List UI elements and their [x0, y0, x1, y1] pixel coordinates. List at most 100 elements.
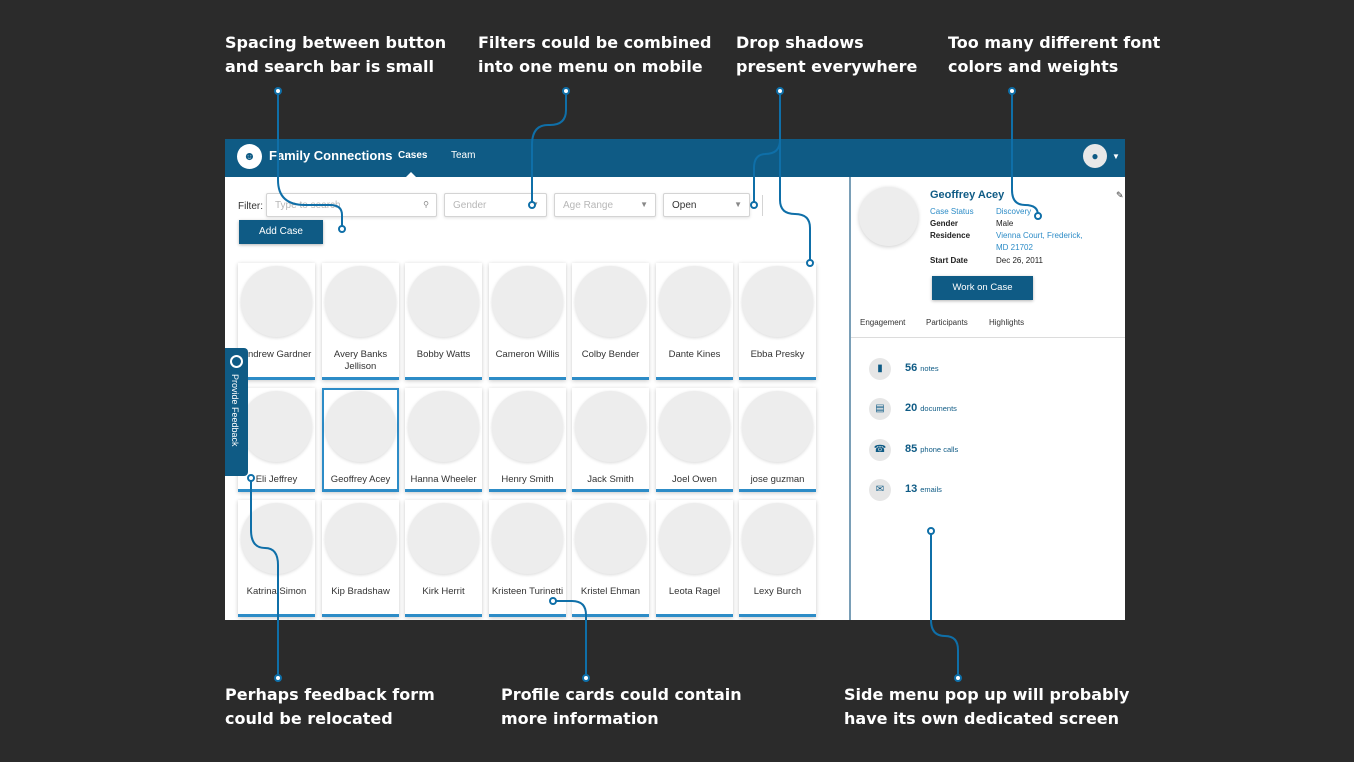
age-range-label: Age Range — [563, 200, 614, 211]
case-status-value[interactable]: Discovery — [996, 206, 1031, 218]
case-card-photo — [742, 391, 813, 462]
case-card[interactable]: Lexy Burch — [739, 500, 816, 617]
filter-label: Filter: — [238, 201, 263, 212]
case-card-photo — [492, 503, 563, 574]
age-range-select[interactable]: Age Range ▼ — [554, 193, 656, 217]
case-card[interactable]: Cameron Willis — [489, 263, 566, 380]
callout-dot — [582, 674, 590, 682]
search-icon: ⚲ — [423, 200, 429, 209]
tab-engagement[interactable]: Engagement — [860, 318, 905, 327]
annotation-fonts: Too many different font colors and weight… — [948, 33, 1161, 76]
case-card-name: Kristeen Turinetti — [491, 586, 564, 597]
annotation-cards: Profile cards could contain more informat… — [501, 685, 742, 728]
case-card-photo — [408, 391, 479, 462]
callout-dot — [776, 87, 784, 95]
case-card[interactable]: Katrina Simon — [238, 500, 315, 617]
case-card[interactable]: Ebba Presky — [739, 263, 816, 380]
nav-cases[interactable]: Cases — [398, 150, 427, 161]
tab-participants[interactable]: Participants — [926, 318, 968, 327]
case-card[interactable]: Dante Kines — [656, 263, 733, 380]
case-card-photo — [241, 503, 312, 574]
case-card-name: Henry Smith — [501, 474, 554, 485]
stat-count: 85 — [905, 443, 918, 455]
case-card[interactable]: Eli Jeffrey — [238, 388, 315, 492]
case-card-name: Jack Smith — [587, 474, 634, 485]
case-card-name: Geoffrey Acey — [330, 474, 391, 485]
provide-feedback-tab[interactable]: Provide Feedback — [225, 348, 248, 476]
case-card-photo — [659, 266, 730, 337]
stat-label: phone calls — [920, 445, 959, 454]
chevron-down-icon: ▼ — [734, 200, 742, 209]
annotation-shadows: Drop shadows present everywhere — [736, 33, 918, 76]
start-date-label: Start Date — [930, 256, 968, 265]
filter-divider — [762, 195, 763, 216]
document-icon: ▤ — [869, 398, 891, 420]
case-card[interactable]: Kristeen Turinetti — [489, 500, 566, 617]
case-card-photo — [408, 266, 479, 337]
gender-select[interactable]: Gender ▼ — [444, 193, 547, 217]
case-card-name: Kip Bradshaw — [331, 586, 390, 597]
case-card-name: Dante Kines — [668, 349, 721, 360]
phone-icon: ☎ — [869, 439, 891, 461]
feedback-label: Provide Feedback — [230, 374, 240, 447]
case-card-photo — [742, 503, 813, 574]
case-card-name: Lexy Burch — [753, 586, 802, 597]
case-card-name: Eli Jeffrey — [255, 474, 298, 485]
case-card[interactable]: Avery Banks Jellison — [322, 263, 399, 380]
callout-dot — [1008, 87, 1016, 95]
brand-title[interactable]: Family Connections — [269, 148, 393, 163]
search-input[interactable]: Type to search ⚲ — [266, 193, 437, 217]
case-card[interactable]: Jack Smith — [572, 388, 649, 492]
case-card-photo — [575, 503, 646, 574]
case-card[interactable]: Joel Owen — [656, 388, 733, 492]
stat-label: documents — [920, 404, 957, 413]
case-card-photo — [575, 391, 646, 462]
case-card[interactable]: Hanna Wheeler — [405, 388, 482, 492]
case-card-name: Avery Banks Jellison — [333, 349, 388, 372]
residence-value[interactable]: Vienna Court, Frederick, MD 21702 — [996, 230, 1091, 254]
case-card-photo — [492, 266, 563, 337]
annotation-filters: Filters could be combined into one menu o… — [478, 33, 712, 76]
family-logo-icon[interactable]: ☻ — [237, 144, 262, 169]
case-card-photo — [659, 391, 730, 462]
case-card-photo — [742, 266, 813, 337]
chevron-down-icon[interactable]: ▼ — [1112, 152, 1120, 161]
case-card-name: Andrew Gardner — [241, 349, 312, 360]
case-card[interactable]: jose guzman — [739, 388, 816, 492]
case-card-photo — [241, 391, 312, 462]
case-card[interactable]: Andrew Gardner — [238, 263, 315, 380]
tab-highlights[interactable]: Highlights — [989, 318, 1024, 327]
stat-count: 20 — [905, 402, 918, 414]
gender-select-label: Gender — [453, 200, 487, 211]
case-card-name: Leota Ragel — [668, 586, 721, 597]
annotation-spacing: Spacing between button and search bar is … — [225, 33, 447, 76]
add-case-button[interactable]: Add Case — [239, 220, 323, 244]
case-card-name: Ebba Presky — [750, 349, 805, 360]
case-card[interactable]: Kirk Herrit — [405, 500, 482, 617]
case-card[interactable]: Kip Bradshaw — [322, 500, 399, 617]
stat-count: 13 — [905, 483, 918, 495]
case-card[interactable]: Geoffrey Acey — [322, 388, 399, 492]
nav-team[interactable]: Team — [451, 150, 475, 161]
case-card-photo — [325, 503, 396, 574]
annotation-feedback: Perhaps feedback form could be relocated — [225, 685, 435, 728]
gender-label: Gender — [930, 219, 959, 228]
case-card-name: Katrina Simon — [246, 586, 307, 597]
profile-photo — [859, 187, 918, 246]
case-card[interactable]: Henry Smith — [489, 388, 566, 492]
edit-pencil-icon[interactable]: ✎ — [1116, 190, 1124, 201]
chevron-down-icon: ▼ — [531, 200, 539, 209]
callout-dot — [954, 674, 962, 682]
case-card-name: Cameron Willis — [495, 349, 560, 360]
case-card-photo — [408, 503, 479, 574]
stat-label: notes — [920, 364, 939, 373]
status-select[interactable]: Open ▼ — [663, 193, 750, 217]
case-card[interactable]: Bobby Watts — [405, 263, 482, 380]
case-card[interactable]: Colby Bender — [572, 263, 649, 380]
case-card[interactable]: Kristel Ehman — [572, 500, 649, 617]
user-avatar-icon[interactable]: ● — [1083, 144, 1107, 168]
work-on-case-button[interactable]: Work on Case — [932, 276, 1033, 300]
case-card[interactable]: Leota Ragel — [656, 500, 733, 617]
search-placeholder: Type to search — [275, 200, 341, 211]
case-card-name: Hanna Wheeler — [410, 474, 477, 485]
